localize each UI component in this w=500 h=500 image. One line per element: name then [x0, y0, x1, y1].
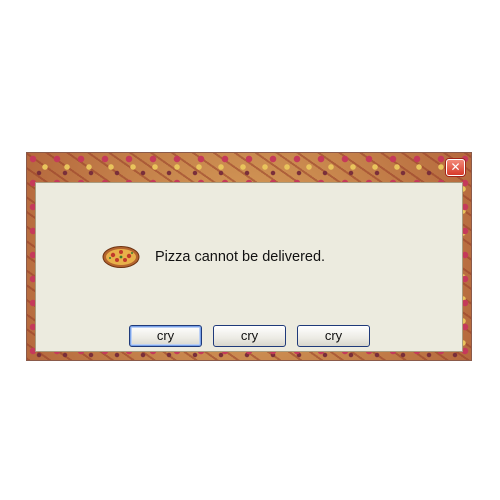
cry-button-1[interactable]: cry [129, 325, 202, 347]
screen: ✕ Pizza cannot be delivered. cry cry cry [0, 0, 500, 500]
message-row: Pizza cannot be delivered. [102, 245, 325, 269]
close-button[interactable]: ✕ [446, 159, 465, 176]
message-text: Pizza cannot be delivered. [155, 249, 326, 265]
close-icon: ✕ [450, 160, 461, 174]
cry-button-2[interactable]: cry [213, 325, 286, 347]
pizza-icon [102, 246, 140, 268]
cry-button-3[interactable]: cry [297, 325, 370, 347]
dialog-titlebar[interactable]: ✕ [27, 153, 471, 181]
error-dialog: ✕ Pizza cannot be delivered. cry cry cry [26, 152, 472, 361]
dialog-body: Pizza cannot be delivered. cry cry cry [35, 182, 463, 352]
button-row: cry cry cry [129, 325, 381, 347]
